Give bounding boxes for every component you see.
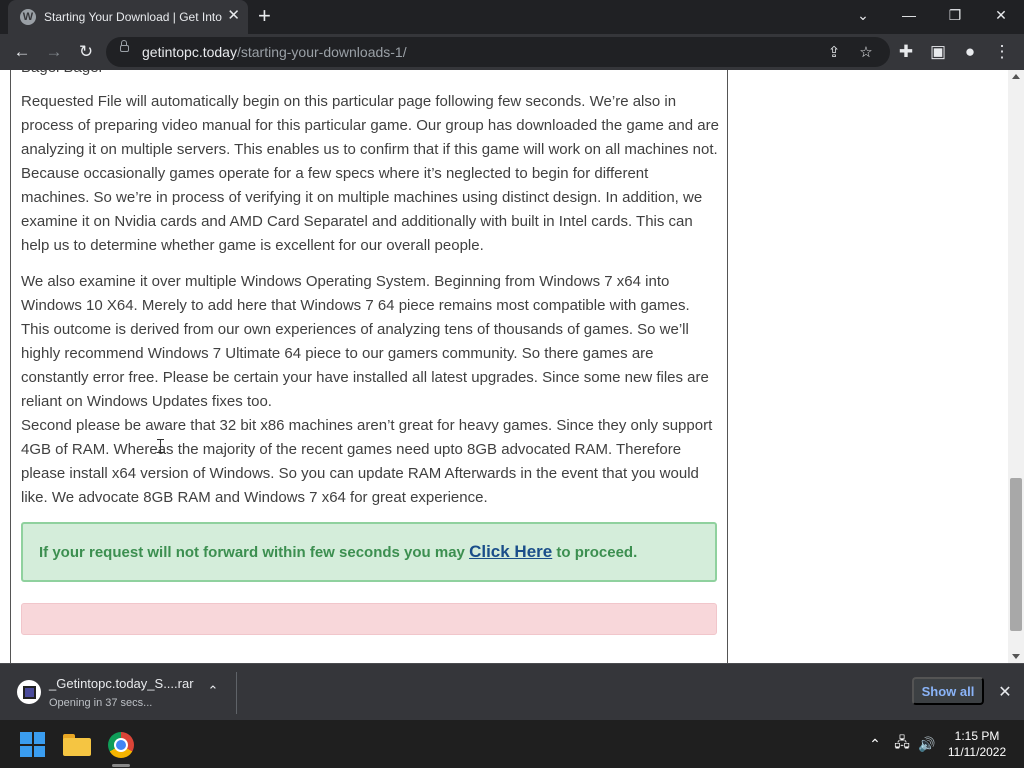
- scroll-down-arrow-icon[interactable]: [1012, 654, 1020, 659]
- window-close-button[interactable]: ✕: [978, 0, 1024, 30]
- url-text[interactable]: getintopc.today/starting-your-downloads-…: [142, 44, 407, 60]
- wordpress-favicon-icon: W: [20, 9, 36, 25]
- download-divider: [236, 672, 237, 714]
- tab-strip: W Starting Your Download | Get Into PC ✕…: [0, 0, 1024, 34]
- download-status: Opening in 37 secs...: [49, 697, 153, 709]
- volume-icon[interactable]: 🔊: [917, 734, 937, 754]
- notice-text-after: to proceed.: [552, 544, 638, 561]
- rar-file-icon[interactable]: [17, 680, 41, 704]
- restore-button[interactable]: ❐: [932, 0, 978, 30]
- new-tab-button[interactable]: +: [258, 3, 271, 29]
- redirect-notice: If your request will not forward within …: [21, 522, 717, 582]
- tab-close-icon[interactable]: ✕: [227, 8, 240, 24]
- text-cursor-icon: [157, 439, 164, 453]
- page-scrollbar[interactable]: [1008, 70, 1024, 663]
- url-domain: getintopc.today: [142, 44, 237, 60]
- windows-taskbar: ⌃ 🖧 🔊 1:15 PM 11/11/2022: [0, 720, 1024, 768]
- notice-text: If your request will not forward within …: [39, 542, 637, 562]
- back-button[interactable]: ←: [10, 40, 34, 64]
- lock-icon[interactable]: [120, 40, 129, 52]
- empty-alert-box: [21, 603, 717, 635]
- paragraph-windows-info: We also examine it over multiple Windows…: [21, 273, 709, 410]
- side-panel-icon[interactable]: ▣: [926, 40, 950, 64]
- scroll-up-arrow-icon[interactable]: [1012, 74, 1020, 79]
- menu-icon[interactable]: ⋮: [990, 40, 1014, 64]
- network-icon[interactable]: 🖧: [892, 734, 912, 754]
- chrome-icon[interactable]: [108, 732, 134, 758]
- windows-start-icon[interactable]: [20, 732, 45, 757]
- browser-tab[interactable]: W Starting Your Download | Get Into PC ✕: [8, 0, 248, 34]
- partially-visible-line: Bagel Bagel: [21, 70, 102, 80]
- paragraph-ram-info: Second please be aware that 32 bit x86 m…: [21, 417, 713, 506]
- download-shelf: _Getintopc.today_S....rar Opening in 37 …: [0, 663, 1024, 720]
- browser-toolbar: ← → ↻ getintopc.today/starting-your-down…: [0, 34, 1024, 70]
- profile-icon[interactable]: ●: [958, 40, 982, 64]
- tab-search-button[interactable]: ⌄: [840, 0, 886, 30]
- show-all-button[interactable]: Show all: [912, 677, 984, 705]
- active-app-indicator: [112, 764, 130, 767]
- download-file-name[interactable]: _Getintopc.today_S....rar: [49, 676, 194, 691]
- click-here-link[interactable]: Click Here: [469, 542, 552, 561]
- extensions-icon[interactable]: ✚: [894, 40, 918, 64]
- clock-date: 11/11/2022: [947, 745, 1007, 759]
- forward-button[interactable]: →: [42, 40, 66, 64]
- address-bar[interactable]: getintopc.today/starting-your-downloads-…: [106, 37, 890, 67]
- url-path: /starting-your-downloads-1/: [236, 44, 407, 60]
- bookmark-star-icon[interactable]: ☆: [856, 42, 876, 62]
- paragraph-file-info: Requested File will automatically begin …: [21, 93, 719, 254]
- scrollbar-thumb[interactable]: [1010, 478, 1022, 631]
- article-content: Bagel Bagel Requested File will automati…: [10, 70, 728, 663]
- share-icon[interactable]: ⇪: [824, 42, 844, 62]
- rar-archive-icon: [22, 685, 36, 699]
- minimize-button[interactable]: —: [886, 0, 932, 30]
- tab-title: Starting Your Download | Get Into PC: [44, 10, 222, 24]
- taskbar-clock[interactable]: 1:15 PM 11/11/2022: [940, 728, 1014, 760]
- file-explorer-icon[interactable]: [63, 732, 91, 756]
- tray-overflow-chevron-icon[interactable]: ⌃: [865, 734, 885, 754]
- notice-text-before: If your request will not forward within …: [39, 544, 470, 561]
- close-download-bar-icon[interactable]: ✕: [994, 681, 1016, 703]
- reload-button[interactable]: ↻: [74, 40, 98, 64]
- page-viewport: Bagel Bagel Requested File will automati…: [0, 70, 1024, 663]
- download-options-chevron-icon[interactable]: ⌃: [204, 682, 222, 700]
- clock-time: 1:15 PM: [954, 729, 1000, 743]
